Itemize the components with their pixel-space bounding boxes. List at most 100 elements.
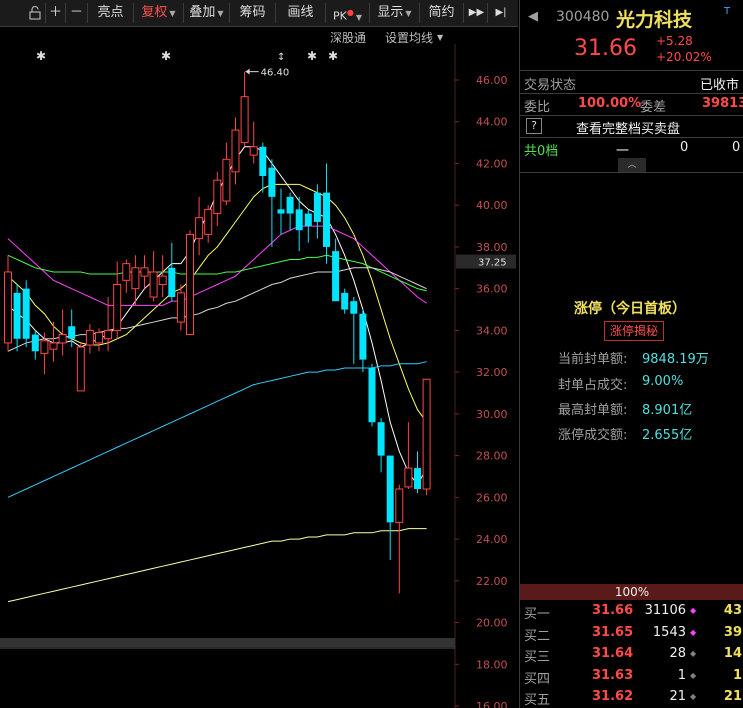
candle-body: [168, 267, 176, 298]
chevron-down-icon: ▼: [437, 33, 444, 42]
bid-change: 39: [723, 624, 742, 640]
bid-volume: 1543: [652, 624, 686, 640]
ma-line: [7, 225, 427, 306]
bid-change: 21: [723, 689, 742, 704]
zoom-out-icon[interactable]: －: [66, 3, 88, 23]
axis-tick-label: 46.00: [476, 74, 508, 87]
stat-label-0: 当前封单额:: [558, 352, 628, 367]
axis-tick-label: 18.00: [476, 658, 508, 671]
divider: [520, 172, 743, 173]
candle-body: [259, 146, 267, 176]
candle-body: [76, 346, 85, 392]
chevron-down-icon: ▼: [169, 9, 176, 18]
chevron-down-icon: ▼: [405, 9, 412, 18]
help-icon[interactable]: ?: [526, 118, 542, 134]
collapse-icon[interactable]: ▶|: [490, 3, 512, 23]
chart-toolbar: ＋ － 亮点 复权 ▼ 叠加 ▼ 筹码 画线 PK●▼ 显示 ▼ 简约 ▶▶ ▶|: [0, 0, 518, 27]
bid-marker-icon: ◆: [690, 692, 697, 701]
quote-panel: ◀ 300480 光力科技 T 31.66 +5.28 +20.02% 交易状态…: [519, 0, 743, 708]
display-label: 显示: [377, 5, 404, 20]
candle-body: [350, 301, 358, 314]
candle-body: [286, 196, 294, 214]
candle-body: [323, 192, 330, 247]
pk-button[interactable]: PK●▼: [326, 3, 370, 23]
candle-body: [422, 378, 431, 490]
candle-body: [176, 292, 185, 323]
price-axis: 46.00 44.00 42.00 40.00 38.00 36.00 34.00 32.00…: [455, 74, 516, 708]
pk-label: PK: [333, 9, 347, 23]
ma-line: [7, 361, 427, 498]
candle-body: [277, 209, 285, 214]
overlay-button[interactable]: 叠加 ▼: [184, 3, 230, 23]
bid-marker-icon: ◆: [690, 670, 697, 680]
candle-body: [158, 275, 167, 285]
sell-value-2: 0: [732, 140, 741, 155]
bid-price: 31.64: [592, 646, 634, 661]
kline-chart[interactable]: 46.00 44.00 42.00 40.00 38.00 36.00 34.00 32.00…: [0, 44, 518, 708]
weicha-value: 39813: [702, 96, 743, 111]
bid-row[interactable]: 买三 31.64 28 ◆ 14: [520, 643, 743, 665]
adjust-button[interactable]: 复权 ▼: [134, 3, 184, 23]
bid-row[interactable]: 买一 31.66 31106 ◆ 43: [520, 600, 743, 622]
chart-subbar: 深股通 设置均线 ▼: [0, 27, 455, 45]
axis-tick-label: 24.00: [476, 533, 508, 546]
collapse-up-icon[interactable]: ︿: [618, 158, 646, 172]
current-price-tag: 37.25: [478, 258, 507, 269]
candle-body: [268, 167, 276, 197]
weibi-value: 100.00%: [578, 96, 642, 111]
t-badge: T: [724, 6, 731, 17]
bid-price: 31.66: [592, 603, 634, 618]
zoom-in-icon[interactable]: ＋: [46, 3, 66, 23]
highlight-button[interactable]: 亮点: [88, 3, 134, 23]
full-orderbook-link[interactable]: 查看完整档买卖盘: [576, 118, 680, 137]
candle-body: [414, 468, 421, 489]
candle-body: [332, 251, 340, 302]
ma-line: [7, 528, 427, 603]
bid-row[interactable]: 买二 31.65 1543 ◆ 39: [520, 622, 743, 644]
candle-body: [31, 334, 39, 352]
simple-button[interactable]: 简约: [420, 3, 464, 23]
axis-tick-label: 16.00: [476, 700, 508, 708]
axis-tick-label: 42.00: [476, 157, 508, 170]
bid-volume: 31106: [644, 603, 686, 618]
prev-stock-icon[interactable]: ◀: [528, 9, 538, 24]
high-marker-arrow: [245, 68, 250, 75]
bid-label: 买二: [524, 628, 551, 644]
lock-icon[interactable]: [24, 3, 46, 23]
bid-row[interactable]: 买四 31.63 1 ◆ 1: [520, 665, 743, 687]
highlight-label: 亮点: [97, 5, 124, 20]
axis-tick-label: 28.00: [476, 450, 508, 463]
candle-body: [386, 455, 394, 523]
candle-body: [295, 209, 303, 231]
sell-levels-label: 共0档: [524, 144, 559, 159]
display-button[interactable]: 显示 ▼: [370, 3, 420, 23]
quote-header: ◀ 300480 光力科技 T: [520, 0, 743, 36]
chips-button[interactable]: 筹码: [230, 3, 276, 23]
event-updown-icon: ↕: [277, 52, 285, 63]
candle-body: [104, 329, 113, 340]
bid-change: 1: [732, 667, 742, 683]
bid-label: 买一: [524, 607, 551, 622]
chevron-down-icon: ▼: [217, 9, 224, 18]
candle-body: [186, 233, 194, 336]
draw-line-button[interactable]: 画线: [276, 3, 326, 23]
candle-body: [195, 217, 204, 240]
bid-price: 31.65: [592, 624, 634, 640]
candle-body: [213, 179, 222, 215]
high-marker-label: 46.40: [261, 68, 290, 79]
candle-body: [68, 326, 76, 339]
ma-line: [7, 254, 427, 292]
bid-label: 买四: [524, 671, 551, 687]
bid-price: 31.62: [592, 689, 634, 704]
simple-label: 简约: [428, 5, 455, 20]
status-label: 交易状态: [524, 78, 577, 93]
expand-icon[interactable]: ▶▶: [466, 3, 488, 23]
limit-up-secret-button[interactable]: 涨停揭秘: [604, 321, 664, 341]
bid-row[interactable]: 买五 31.62 21 ◆ 21: [520, 686, 743, 708]
axis-tick-label: 22.00: [476, 575, 508, 588]
sell-value-1: 0: [680, 140, 689, 155]
stock-name: 光力科技: [616, 9, 693, 31]
candle-body: [249, 146, 258, 156]
bid-marker-icon: ◆: [690, 649, 697, 658]
adjust-label: 复权: [141, 5, 168, 20]
